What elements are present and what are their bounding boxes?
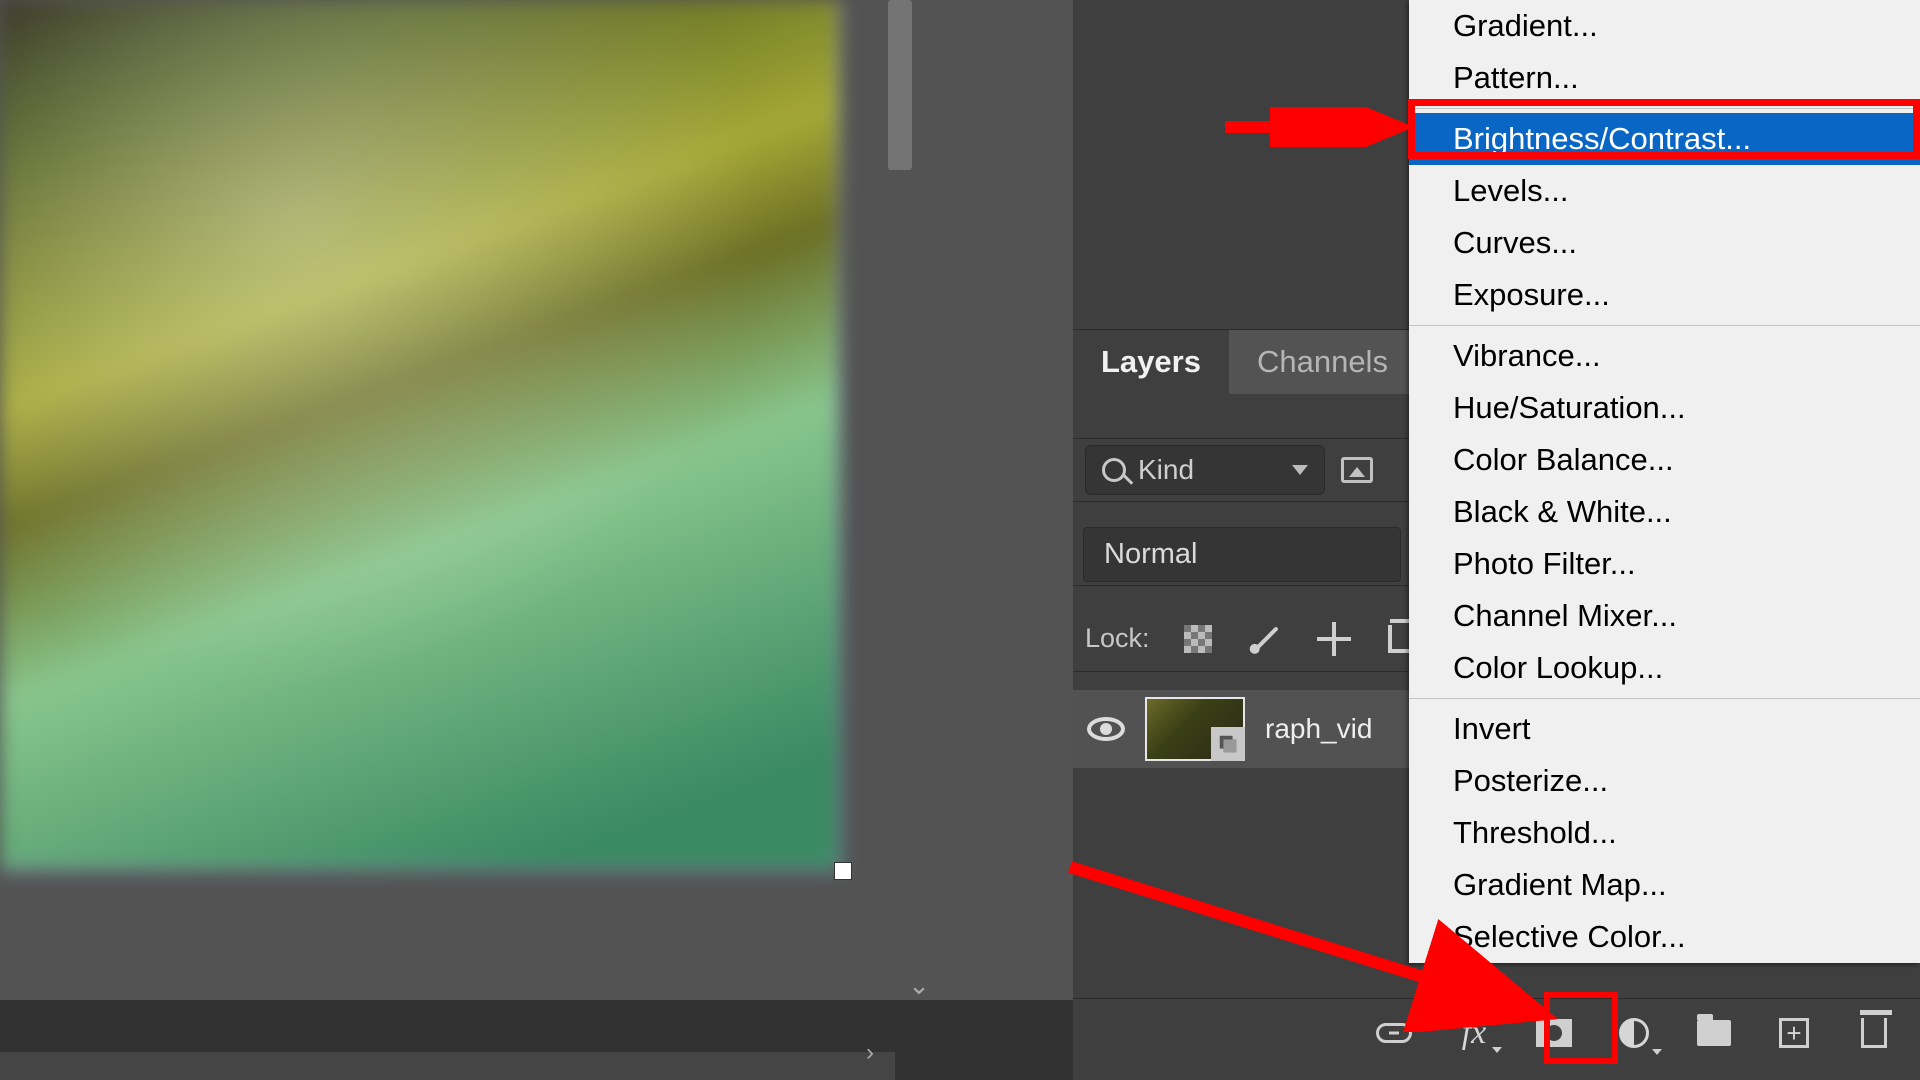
menu-item-gradient[interactable]: Gradient... — [1409, 0, 1920, 52]
layer-filter-kind[interactable]: Kind — [1085, 445, 1325, 495]
scroll-down-caret[interactable]: ⌄ — [904, 970, 934, 1000]
menu-item-gradient-map[interactable]: Gradient Map... — [1409, 859, 1920, 911]
layers-panel-footer: fx + — [1073, 998, 1920, 1066]
menu-item-invert[interactable]: Invert — [1409, 703, 1920, 755]
layer-thumbnail[interactable] — [1145, 697, 1245, 761]
menu-item-exposure[interactable]: Exposure... — [1409, 269, 1920, 321]
menu-item-color-lookup[interactable]: Color Lookup... — [1409, 642, 1920, 694]
smart-object-badge-icon — [1211, 727, 1245, 761]
delete-layer-button[interactable] — [1852, 1011, 1896, 1055]
kind-label: Kind — [1138, 454, 1194, 486]
lock-label: Lock: — [1085, 623, 1150, 654]
menu-item-pattern[interactable]: Pattern... — [1409, 52, 1920, 104]
image-preview — [0, 0, 840, 870]
lock-position-icon[interactable] — [1314, 619, 1354, 659]
menu-separator — [1409, 698, 1920, 699]
new-layer-button[interactable]: + — [1772, 1011, 1816, 1055]
document-canvas[interactable] — [0, 0, 855, 870]
status-strip — [0, 1052, 895, 1080]
menu-item-selective-color[interactable]: Selective Color... — [1409, 911, 1920, 963]
menu-item-levels[interactable]: Levels... — [1409, 165, 1920, 217]
transform-handle-br[interactable] — [834, 862, 852, 880]
menu-item-channel-mixer[interactable]: Channel Mixer... — [1409, 590, 1920, 642]
layer-name-label[interactable]: raph_vid — [1265, 713, 1372, 745]
lock-transparency-icon[interactable] — [1178, 619, 1218, 659]
image-icon — [1341, 457, 1373, 483]
visibility-toggle-icon[interactable] — [1087, 717, 1125, 741]
panel-gutter — [920, 0, 1075, 1080]
vertical-scrollbar-thumb[interactable] — [888, 0, 912, 170]
menu-item-vibrance[interactable]: Vibrance... — [1409, 330, 1920, 382]
layer-style-button[interactable]: fx — [1452, 1011, 1496, 1055]
tab-channels[interactable]: Channels — [1229, 330, 1416, 394]
menu-item-curves[interactable]: Curves... — [1409, 217, 1920, 269]
pager-caret-right[interactable]: › — [855, 1038, 885, 1068]
menu-item-color-balance[interactable]: Color Balance... — [1409, 434, 1920, 486]
menu-separator — [1409, 325, 1920, 326]
blend-mode-select[interactable]: Normal — [1083, 527, 1401, 582]
lock-pixels-icon[interactable] — [1246, 619, 1286, 659]
chevron-down-icon — [1292, 465, 1308, 475]
trash-icon — [1861, 1018, 1887, 1048]
folder-icon — [1697, 1020, 1731, 1046]
plus-icon: + — [1779, 1018, 1809, 1048]
link-icon — [1376, 1023, 1412, 1043]
search-icon — [1102, 458, 1126, 482]
menu-item-brightness-contrast[interactable]: Brightness/Contrast... — [1409, 113, 1920, 165]
menu-item-photo-filter[interactable]: Photo Filter... — [1409, 538, 1920, 590]
tab-layers[interactable]: Layers — [1073, 330, 1229, 394]
menu-item-posterize[interactable]: Posterize... — [1409, 755, 1920, 807]
adjustment-layer-icon — [1619, 1018, 1649, 1048]
link-layers-button[interactable] — [1372, 1011, 1416, 1055]
new-adjustment-layer-button[interactable] — [1612, 1011, 1656, 1055]
menu-separator — [1409, 108, 1920, 109]
filter-pixel-icon[interactable] — [1337, 450, 1377, 490]
new-group-button[interactable] — [1692, 1011, 1736, 1055]
menu-item-threshold[interactable]: Threshold... — [1409, 807, 1920, 859]
menu-item-black-white[interactable]: Black & White... — [1409, 486, 1920, 538]
adjustment-layer-menu: Gradient... Pattern... Brightness/Contra… — [1409, 0, 1920, 963]
mask-icon — [1536, 1019, 1572, 1047]
menu-item-hue-saturation[interactable]: Hue/Saturation... — [1409, 382, 1920, 434]
add-mask-button[interactable] — [1532, 1011, 1576, 1055]
